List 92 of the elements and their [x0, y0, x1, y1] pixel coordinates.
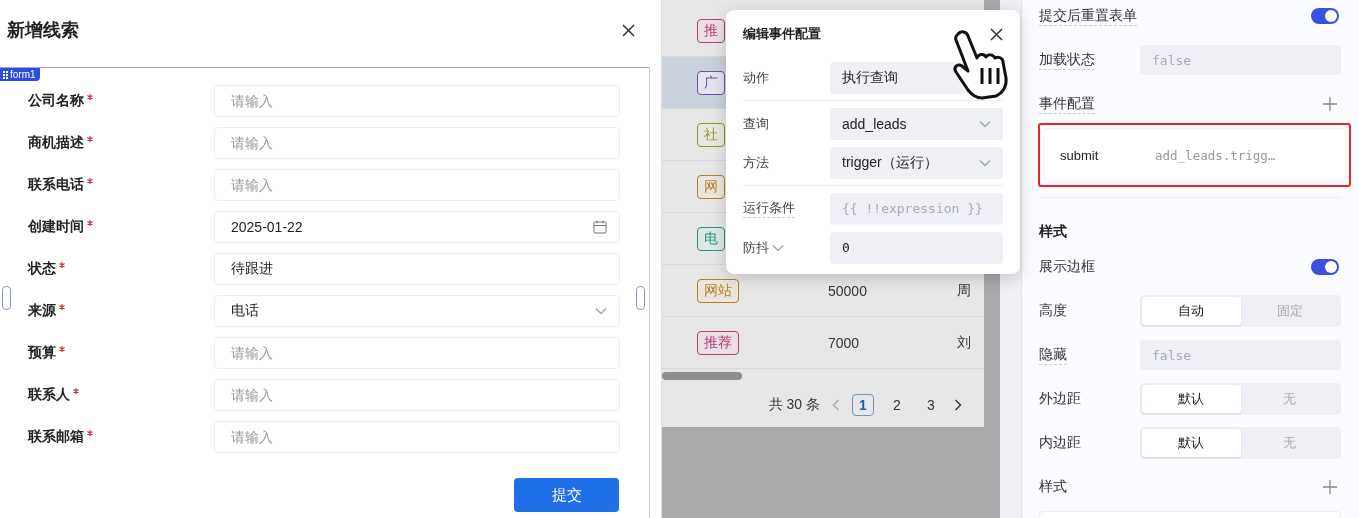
required-mark-icon	[73, 388, 79, 394]
required-mark-icon	[87, 220, 93, 226]
page-button[interactable]: 3	[920, 394, 942, 416]
required-mark-icon	[87, 94, 93, 100]
select-value: 电话	[231, 302, 260, 320]
input-field[interactable]: 请输入	[214, 337, 620, 369]
field-label: 公司名称	[28, 92, 84, 110]
close-button[interactable]	[622, 23, 635, 37]
scrollbar-thumb[interactable]	[662, 372, 742, 380]
calendar-icon	[593, 220, 607, 234]
setting-label: 事件配置	[1039, 94, 1095, 114]
total-count: 共 30 条	[768, 396, 820, 414]
select-value: add_leads	[842, 115, 907, 132]
event-card[interactable]: submit add_leads.trigg…	[1043, 128, 1346, 182]
source-tag: 网	[697, 174, 725, 199]
event-name: submit	[1060, 147, 1100, 163]
setting-label: 高度	[1039, 302, 1067, 320]
field-label: 防抖	[743, 238, 769, 257]
setting-label: 内边距	[1039, 434, 1081, 452]
chevron-down-icon	[979, 158, 991, 167]
input-field[interactable]: 请输入	[214, 379, 620, 411]
input-field[interactable]: 请输入	[214, 85, 620, 117]
table-row[interactable]: 推荐 7000 刘	[662, 317, 984, 369]
resize-handle[interactable]	[636, 286, 645, 310]
field-label: 联系邮箱	[28, 428, 84, 446]
toggle-switch[interactable]	[1311, 8, 1339, 24]
segment-option[interactable]: 默认	[1142, 385, 1241, 413]
submit-button[interactable]: 提交	[514, 478, 619, 512]
field-label: 方法	[743, 153, 769, 172]
required-mark-icon	[59, 262, 65, 268]
input-field[interactable]: 请输入	[214, 169, 620, 201]
resize-handle[interactable]	[2, 286, 11, 310]
previous-page-icon[interactable]	[832, 399, 840, 411]
setting-label: 外边距	[1039, 390, 1081, 408]
date-value: 2025-01-22	[231, 219, 304, 235]
field-label: 查询	[743, 114, 769, 133]
field-label: 动作	[743, 68, 769, 87]
code-field[interactable]: 0	[830, 231, 1003, 264]
chevron-down-icon	[595, 307, 607, 315]
close-icon	[990, 27, 1003, 41]
required-mark-icon	[87, 430, 93, 436]
table-cell-text: 7000	[828, 334, 861, 351]
input-field[interactable]: 待跟进	[214, 253, 620, 285]
required-mark-icon	[59, 346, 65, 352]
setting-label: 提交后重置表单	[1039, 6, 1137, 26]
page-button[interactable]: 2	[886, 394, 908, 416]
field-label: 创建时间	[28, 218, 84, 236]
input-field[interactable]: 请输入	[214, 421, 620, 453]
dialog-title: 新增线索	[7, 19, 79, 42]
table-cell-text: 周	[957, 281, 972, 300]
select-field[interactable]: 电话	[214, 295, 620, 327]
chevron-down-icon	[979, 119, 991, 128]
close-icon	[622, 23, 635, 37]
setting-label: 隐藏	[1039, 345, 1067, 365]
toggle-switch[interactable]	[1311, 259, 1339, 275]
required-mark-icon	[59, 304, 65, 310]
required-mark-icon	[87, 136, 93, 142]
select-field[interactable]: add_leads	[830, 107, 1003, 140]
setting-label: 加载状态	[1039, 50, 1095, 70]
source-tag: 推	[697, 18, 725, 43]
required-mark-icon	[87, 178, 93, 184]
table-cell-text: 50000	[828, 282, 868, 299]
event-action: add_leads.trigg…	[1155, 147, 1277, 163]
input-field[interactable]: 请输入	[214, 127, 620, 159]
segment-option[interactable]: 自动	[1142, 297, 1241, 325]
next-page-icon[interactable]	[954, 399, 962, 411]
setting-label: 样式	[1039, 478, 1067, 496]
setting-label: 展示边框	[1039, 258, 1095, 276]
field-label: 联系电话	[28, 176, 84, 194]
source-tag: 社	[697, 122, 725, 147]
field-label: 状态	[28, 260, 56, 278]
form-tag[interactable]: form1	[0, 68, 40, 81]
field-label: 联系人	[28, 386, 70, 404]
source-tag: 广	[697, 70, 725, 95]
source-tag: 网站	[697, 278, 739, 303]
plus-icon[interactable]	[1323, 97, 1337, 111]
date-field[interactable]: 2025-01-22	[214, 211, 620, 243]
field-label: 预算	[28, 344, 56, 362]
select-value: trigger（运行）	[842, 153, 938, 172]
page-button[interactable]: 1	[852, 394, 874, 416]
field-label: 商机描述	[28, 134, 84, 152]
field-label: 来源	[28, 302, 56, 320]
section-heading: 样式	[1039, 223, 1067, 241]
segment-option[interactable]: 默认	[1142, 429, 1241, 457]
source-tag: 电	[697, 226, 725, 251]
table-cell-text: 刘	[957, 333, 972, 352]
caret-icon	[772, 243, 784, 252]
plus-icon[interactable]	[1323, 480, 1337, 494]
popup-title: 编辑事件配置	[743, 25, 821, 43]
select-field[interactable]: trigger（运行）	[830, 146, 1003, 179]
field-label: 运行条件	[743, 199, 795, 218]
source-tag: 推荐	[697, 330, 739, 355]
